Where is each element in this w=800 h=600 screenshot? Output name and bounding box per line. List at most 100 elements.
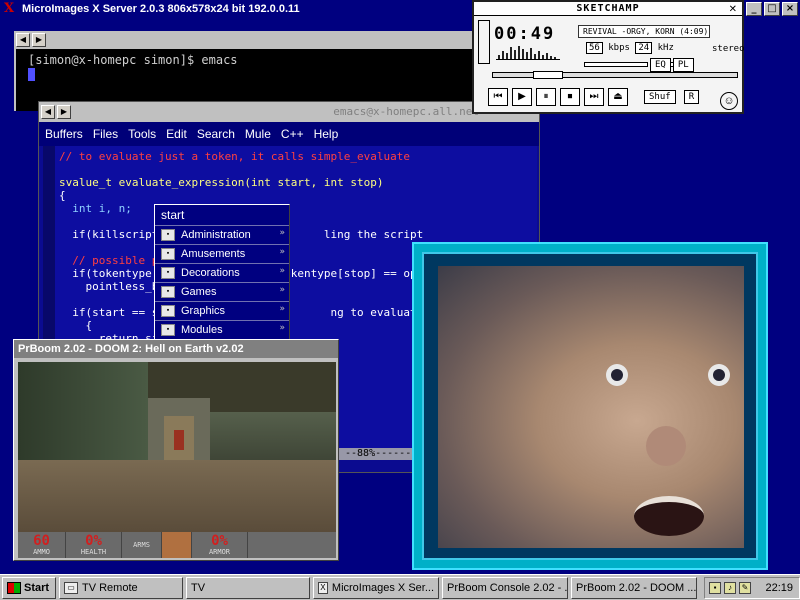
seek-thumb[interactable] <box>533 71 563 79</box>
emacs-left-arrow-icon[interactable]: ◀ <box>41 105 55 119</box>
taskbar: Start ▭ TV Remote TV X MicroImages X Ser… <box>0 574 800 600</box>
bitrate-display: 56 kbps 24 kHz <box>586 42 674 54</box>
menu-item-decorations[interactable]: ▪ Decorations » <box>155 263 289 282</box>
ammo-value: 60 <box>33 533 50 549</box>
emacs-title: emacs@x-homepc.all.net <box>333 105 479 118</box>
emacs-titlebar[interactable]: ◀ ▶ emacs@x-homepc.all.net <box>39 102 539 122</box>
emacs-right-arrow-icon[interactable]: ▶ <box>57 105 71 119</box>
close-button[interactable]: × <box>782 2 798 16</box>
minimize-button[interactable]: _ <box>746 2 762 16</box>
tray-pencil-icon[interactable]: ✎ <box>739 581 751 594</box>
eject-icon[interactable]: ⏏ <box>608 88 628 106</box>
task-tv-remote[interactable]: ▭ TV Remote <box>59 576 183 599</box>
armor-label: ARMOR <box>208 548 231 556</box>
windows-logo-icon <box>7 581 21 594</box>
emacs-menu-tools[interactable]: Tools <box>128 127 156 141</box>
playback-time[interactable]: 00:49 <box>494 24 555 44</box>
emacs-menu-cpp[interactable]: C++ <box>281 127 304 141</box>
menu-item-modules[interactable]: ▪ Modules » <box>155 320 289 339</box>
tray-app-icon[interactable]: ▪ <box>709 581 721 594</box>
ammo-display: 60 AMMO <box>18 532 66 558</box>
play-icon[interactable]: ▶ <box>512 88 532 106</box>
task-label: MicroImages X Ser... <box>331 581 434 594</box>
menu-item-label: Modules <box>181 324 223 336</box>
sketchamp-titlebar[interactable]: SKETCHAMP ✕ <box>474 2 742 16</box>
menu-item-amusements[interactable]: ▪ Amusements » <box>155 244 289 263</box>
emacs-menu-buffers[interactable]: Buffers <box>45 127 83 141</box>
menu-item-graphics[interactable]: ▪ Graphics » <box>155 301 289 320</box>
start-label: Start <box>24 581 50 594</box>
sketchamp-title: SKETCHAMP <box>576 3 640 14</box>
playlist-button[interactable]: PL <box>672 58 694 72</box>
start-menu[interactable]: start ▪ Administration » ▪ Amusements » … <box>154 204 290 340</box>
terminal-scrollbar[interactable] <box>14 49 16 111</box>
song-title: REVIVAL -ORGY, KORN (4:09) <box>578 25 710 38</box>
arms-label: ARMS <box>133 541 150 549</box>
spectrum-visualizer[interactable] <box>496 46 560 60</box>
menu-item-games[interactable]: ▪ Games » <box>155 282 289 301</box>
task-prboom-console[interactable]: PrBoom Console 2.02 - ... <box>442 576 568 599</box>
arms-display: ARMS <box>122 532 162 558</box>
start-menu-header[interactable]: start <box>155 205 289 225</box>
folder-icon: ▪ <box>161 286 175 298</box>
task-xserver[interactable]: X MicroImages X Ser... <box>313 576 439 599</box>
task-label: TV <box>191 581 206 594</box>
xserver-icon: X <box>318 581 328 594</box>
ammo-label: AMMO <box>33 548 50 556</box>
seek-bar[interactable] <box>492 71 738 79</box>
prboom-window[interactable]: PrBoom 2.02 - DOOM 2: Hell on Earth v2.0… <box>13 339 339 561</box>
menu-item-label: Graphics <box>181 305 226 317</box>
prboom-title[interactable]: PrBoom 2.02 - DOOM 2: Hell on Earth v2.0… <box>14 340 338 358</box>
menu-item-label: Decorations <box>181 267 240 279</box>
menu-item-administration[interactable]: ▪ Administration » <box>155 225 289 244</box>
task-prboom[interactable]: PrBoom 2.02 - DOOM ... <box>571 576 697 599</box>
monster-sprite <box>174 430 184 450</box>
emacs-menu-edit[interactable]: Edit <box>166 127 187 141</box>
submenu-arrow-icon: » <box>279 266 285 276</box>
webcam-frame <box>422 252 758 560</box>
armor-display: 0% ARMOR <box>192 532 248 558</box>
health-display: 0% HEALTH <box>66 532 122 558</box>
task-label: PrBoom 2.02 - DOOM ... <box>576 581 697 594</box>
folder-icon: ▪ <box>161 229 175 241</box>
code-line: int i, n; <box>59 202 132 215</box>
next-icon[interactable]: ⏭ <box>584 88 604 106</box>
nose-shape <box>646 426 686 466</box>
tv-remote-icon: ▭ <box>64 581 78 594</box>
webcam-window[interactable] <box>412 242 768 570</box>
volume-slider[interactable] <box>584 62 648 67</box>
code-line: svalue_t evaluate_expression(int start, … <box>59 176 384 189</box>
code-line: pointless_br <box>59 280 165 293</box>
emacs-menu-files[interactable]: Files <box>93 127 118 141</box>
eq-button[interactable]: EQ <box>650 58 671 72</box>
terminal-right-arrow-icon[interactable]: ▶ <box>32 33 46 47</box>
folder-icon: ▪ <box>161 305 175 317</box>
emacs-menu-help[interactable]: Help <box>314 127 339 141</box>
menu-item-label: Games <box>181 286 217 298</box>
doom-status-bar: 60 AMMO 0% HEALTH ARMS 0% ARMOR <box>18 532 336 558</box>
smiley-icon[interactable]: ☺ <box>720 92 738 110</box>
folder-icon: ▪ <box>161 267 175 279</box>
tray-volume-icon[interactable]: ♪ <box>724 581 736 594</box>
stop-icon[interactable]: ⏹ <box>560 88 580 106</box>
sketchamp-player[interactable]: SKETCHAMP ✕ 00:49 REVIVAL -ORGY, KORN (4… <box>472 0 745 114</box>
previous-icon[interactable]: ⏮ <box>488 88 508 106</box>
health-label: HEALTH <box>80 548 107 556</box>
start-button[interactable]: Start <box>2 576 56 599</box>
doom-game-view[interactable] <box>18 362 336 532</box>
eye-shape <box>606 364 628 386</box>
webcam-image <box>438 266 744 548</box>
sketchamp-close-icon[interactable]: ✕ <box>729 3 738 16</box>
terminal-left-arrow-icon[interactable]: ◀ <box>16 33 30 47</box>
pause-icon[interactable]: ⏸ <box>536 88 556 106</box>
task-label: PrBoom Console 2.02 - ... <box>447 581 568 594</box>
clock[interactable]: 22:19 <box>765 582 793 594</box>
task-tv[interactable]: TV <box>186 576 310 599</box>
sketchamp-options-strip[interactable] <box>478 20 490 64</box>
mouth-shape <box>634 496 704 536</box>
maximize-button[interactable]: □ <box>764 2 780 16</box>
repeat-button[interactable]: R <box>683 90 700 104</box>
emacs-menu-mule[interactable]: Mule <box>245 127 271 141</box>
emacs-menu-search[interactable]: Search <box>197 127 235 141</box>
shuffle-button[interactable]: Shuf <box>644 90 676 104</box>
